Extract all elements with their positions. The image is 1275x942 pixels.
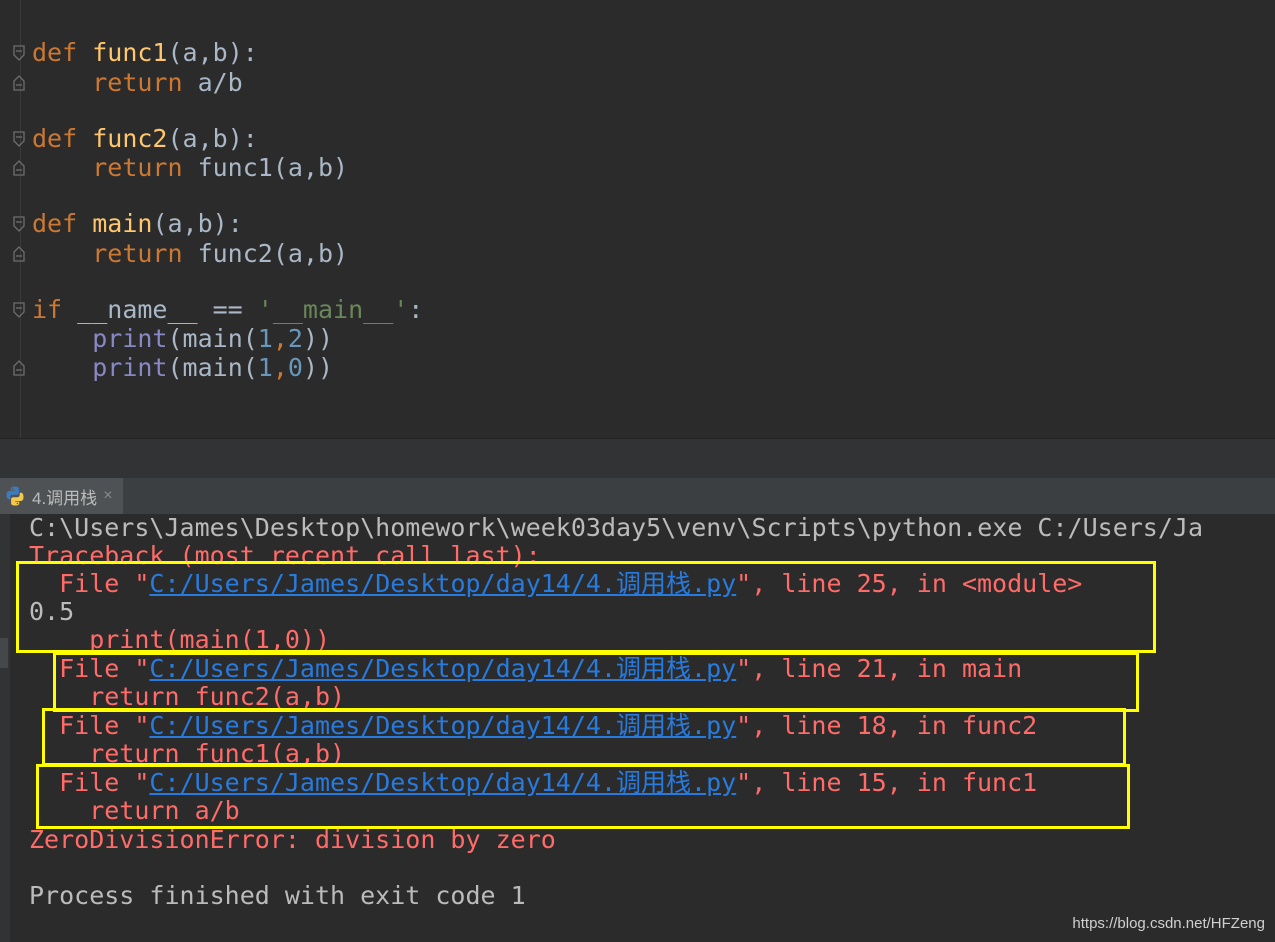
- fold-open-icon[interactable]: [12, 302, 26, 318]
- fold-open-icon[interactable]: [12, 216, 26, 232]
- close-icon[interactable]: ×: [103, 487, 112, 505]
- fold-open-icon[interactable]: [12, 131, 26, 147]
- panel-splitter[interactable]: [0, 438, 1275, 479]
- call-close: )): [302, 324, 334, 353]
- code-line-print-1-2[interactable]: print(main(1,2)): [32, 324, 333, 354]
- expression: func2(a,b): [182, 239, 349, 268]
- builtin-name: print: [92, 353, 168, 382]
- number-literal: 0: [287, 353, 303, 382]
- code-line-print-1-0[interactable]: print(main(1,0)): [32, 353, 333, 383]
- keyword: def: [32, 38, 78, 67]
- fold-open-icon[interactable]: [12, 45, 26, 61]
- params: (a,b):: [167, 124, 258, 153]
- comma: ,: [272, 353, 288, 382]
- highlight-box: [42, 708, 1126, 766]
- code-line-def-main[interactable]: def main(a,b):: [32, 209, 243, 239]
- code-line-return-func2[interactable]: return func2(a,b): [32, 239, 348, 269]
- console-side-toolbar: [0, 514, 10, 942]
- exception-message: ZeroDivisionError: division by zero: [29, 825, 556, 854]
- function-name: func1: [92, 38, 168, 67]
- keyword: return: [92, 239, 183, 268]
- call-open: (main(: [167, 324, 258, 353]
- string-literal: '__main__': [257, 295, 409, 324]
- code-line-return-ab[interactable]: return a/b: [32, 68, 243, 98]
- number-literal: 2: [287, 324, 303, 353]
- code-line-def-func2[interactable]: def func2(a,b):: [32, 124, 258, 154]
- keyword: def: [32, 209, 78, 238]
- run-console[interactable]: C:\Users\James\Desktop\homework\week03da…: [0, 514, 1275, 942]
- keyword: return: [92, 68, 183, 97]
- number-literal: 1: [257, 324, 273, 353]
- keyword: return: [92, 153, 183, 182]
- process-exit-message: Process finished with exit code 1: [29, 881, 526, 910]
- fold-end-icon[interactable]: [12, 75, 26, 91]
- function-name: main: [92, 209, 153, 238]
- colon: :: [408, 295, 424, 324]
- highlight-box: [53, 652, 1139, 712]
- console-side-button[interactable]: [0, 638, 8, 668]
- fold-end-icon[interactable]: [12, 160, 26, 176]
- params: (a,b):: [167, 38, 258, 67]
- highlight-box: [16, 561, 1156, 653]
- number-literal: 1: [257, 353, 273, 382]
- keyword: if: [32, 295, 63, 324]
- keyword: def: [32, 124, 78, 153]
- function-name: func2: [92, 124, 168, 153]
- expression: func1(a,b): [182, 153, 349, 182]
- call-close: )): [302, 353, 334, 382]
- comma: ,: [272, 324, 288, 353]
- expression: a/b: [182, 68, 243, 97]
- code-line-def-func1[interactable]: def func1(a,b):: [32, 38, 258, 68]
- builtin-name: print: [92, 324, 168, 353]
- highlight-box: [36, 764, 1130, 829]
- run-tab-bar: 4.调用栈 ×: [0, 478, 1275, 515]
- console-command-line: C:\Users\James\Desktop\homework\week03da…: [29, 514, 1203, 542]
- run-tab-label: 4.调用栈: [32, 488, 98, 508]
- call-open: (main(: [167, 353, 258, 382]
- fold-end-icon[interactable]: [12, 360, 26, 376]
- fold-end-icon[interactable]: [12, 246, 26, 262]
- code-line-if-main[interactable]: if __name__ == '__main__':: [32, 295, 423, 325]
- code-line-return-func1[interactable]: return func1(a,b): [32, 153, 348, 183]
- python-icon: [6, 486, 24, 506]
- params: (a,b):: [152, 209, 243, 238]
- code-editor[interactable]: def func1(a,b): return a/b def func2(a,b…: [0, 0, 1275, 438]
- expression: __name__ ==: [62, 295, 258, 324]
- watermark: https://blog.csdn.net/HFZeng: [1072, 915, 1265, 932]
- run-tab[interactable]: 4.调用栈 ×: [0, 478, 123, 514]
